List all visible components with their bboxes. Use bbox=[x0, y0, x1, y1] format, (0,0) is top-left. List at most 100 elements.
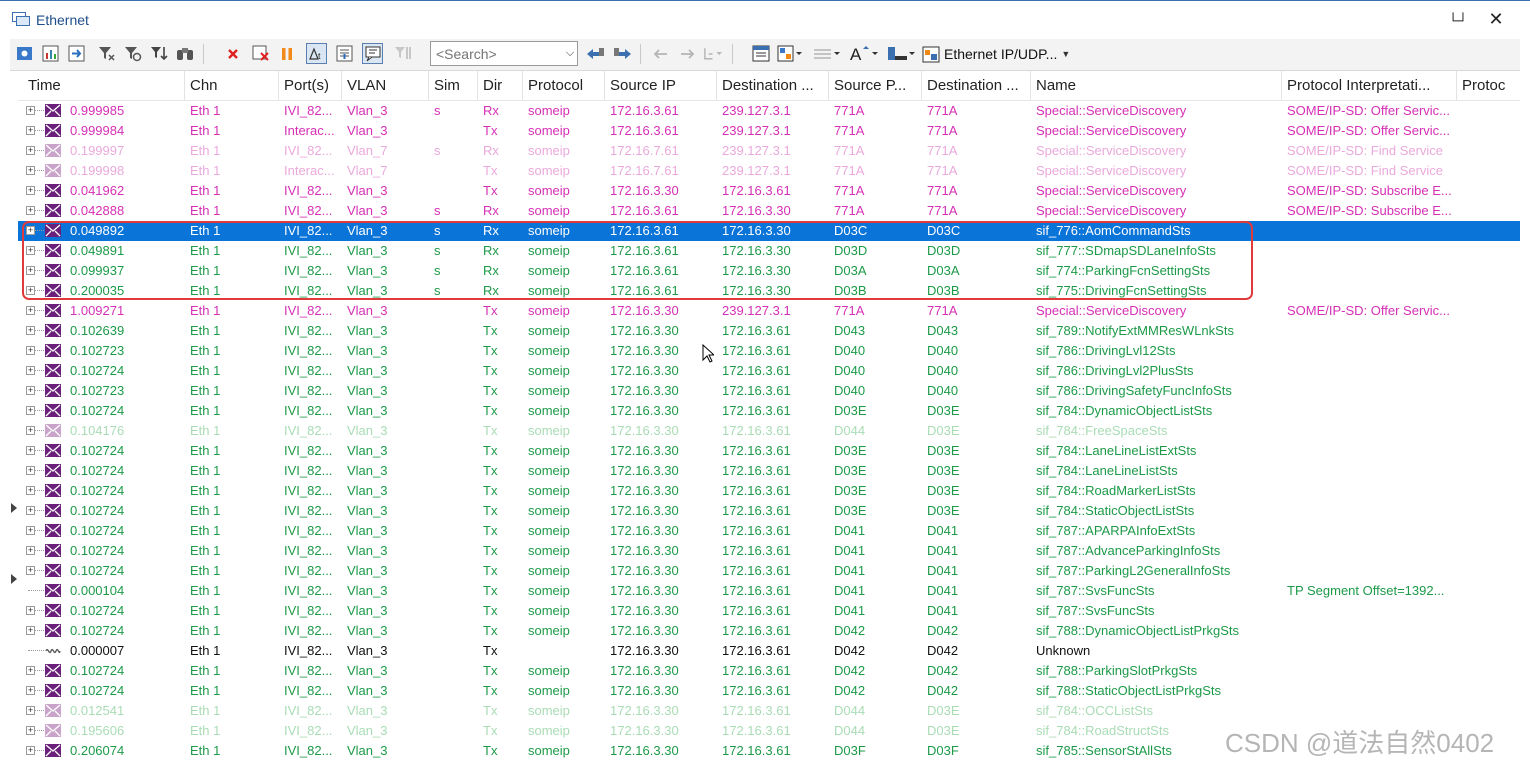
column-header-protocol-interpretation[interactable]: Protocol Interpretati... bbox=[1282, 71, 1457, 100]
statistics-chart-icon[interactable] bbox=[40, 43, 61, 64]
cell-chn: Eth 1 bbox=[190, 743, 221, 758]
table-row[interactable]: +0.102724 Eth 1 IVI_82... Vlan_3 Tx someip 172… bbox=[18, 441, 1520, 461]
search-input[interactable] bbox=[430, 41, 578, 66]
cell-source-ip: 172.16.3.30 bbox=[610, 663, 679, 678]
cell-sim bbox=[429, 361, 478, 381]
table-row[interactable]: +0.102724 Eth 1 IVI_82... Vlan_3 Tx someip 172… bbox=[18, 501, 1520, 521]
cell-time: 0.102724 bbox=[70, 483, 125, 498]
table-row[interactable]: +1.009271 Eth 1 IVI_82... Vlan_3 Tx someip 172… bbox=[18, 301, 1520, 321]
table-row[interactable]: +0.012541 Eth 1 IVI_82... Vlan_3 Tx someip 172… bbox=[18, 701, 1520, 721]
minimize-button[interactable]: └┘ bbox=[1448, 9, 1468, 29]
table-row[interactable]: +0.999985 Eth 1 IVI_82... Vlan_3 s Rx someip 17… bbox=[18, 101, 1520, 121]
column-header-vlan[interactable]: VLAN bbox=[342, 71, 429, 100]
cell-source-port: 771A bbox=[834, 303, 865, 318]
table-row[interactable]: +0.102724 Eth 1 IVI_82... Vlan_3 Tx someip 172… bbox=[18, 681, 1520, 701]
column-header-ports[interactable]: Port(s) bbox=[279, 71, 342, 100]
scroll-to-end-icon[interactable] bbox=[334, 43, 355, 64]
cell-destination-port: D041 bbox=[927, 543, 959, 558]
table-row[interactable]: +0.102724 Eth 1 IVI_82... Vlan_3 Tx someip 172… bbox=[18, 461, 1520, 481]
table-row[interactable]: +0.199997 Eth 1 IVI_82... Vlan_7 s Rx someip 17… bbox=[18, 141, 1520, 161]
column-header-destination-port[interactable]: Destination ... bbox=[922, 71, 1031, 100]
cell-time: 0.042888 bbox=[70, 203, 125, 218]
window-layout-icon[interactable] bbox=[750, 43, 771, 64]
protocol-filter-dropdown[interactable]: Ethernet IP/UDP... ▼ bbox=[922, 43, 1070, 65]
table-row[interactable]: +0.102724 Eth 1 IVI_82... Vlan_3 Tx someip 172… bbox=[18, 621, 1520, 641]
table-row[interactable]: +0.104176 Eth 1 IVI_82... Vlan_3 Tx someip 172… bbox=[18, 421, 1520, 441]
table-row[interactable]: +0.102639 Eth 1 IVI_82... Vlan_3 Tx someip 172… bbox=[18, 321, 1520, 341]
table-row[interactable]: +0.199998 Eth 1 Interac... Vlan_7 Tx someip 17… bbox=[18, 161, 1520, 181]
close-button[interactable]: ✕ bbox=[1486, 9, 1506, 29]
comment-icon[interactable] bbox=[362, 43, 383, 64]
find-binoculars-icon[interactable] bbox=[174, 43, 195, 64]
tree-expand-icon[interactable] bbox=[702, 43, 723, 64]
filter-reset-icon[interactable] bbox=[96, 43, 117, 64]
table-row[interactable]: +0.102724 Eth 1 IVI_82... Vlan_3 Tx someip 172… bbox=[18, 481, 1520, 501]
cell-protocol-interpretation bbox=[1282, 561, 1457, 581]
cell-protocol-interpretation bbox=[1282, 321, 1457, 341]
table-row[interactable]: +0.102724 Eth 1 IVI_82... Vlan_3 Tx someip 172… bbox=[18, 361, 1520, 381]
table-row[interactable]: +0.102724 Eth 1 IVI_82... Vlan_3 Tx someip 172… bbox=[18, 401, 1520, 421]
cell-sim bbox=[429, 721, 478, 741]
cell-dir: Tx bbox=[483, 603, 498, 618]
cell-destination-ip: 172.16.3.61 bbox=[722, 563, 791, 578]
column-header-dir[interactable]: Dir bbox=[478, 71, 523, 100]
font-size-icon[interactable]: A bbox=[848, 43, 880, 64]
navigate-forward-icon[interactable] bbox=[676, 43, 697, 64]
delta-time-icon[interactable]: t bbox=[306, 43, 327, 64]
table-row[interactable]: +0.102724 Eth 1 IVI_82... Vlan_3 Tx someip 172… bbox=[18, 541, 1520, 561]
color-settings-icon[interactable] bbox=[776, 43, 804, 64]
cell-name: Special::ServiceDiscovery bbox=[1036, 103, 1187, 118]
cell-dir: Tx bbox=[483, 163, 498, 178]
table-row[interactable]: +0.102724 Eth 1 IVI_82... Vlan_3 Tx someip 172… bbox=[18, 561, 1520, 581]
column-header-protocol-extra[interactable]: Protoc bbox=[1457, 71, 1520, 100]
delete-icon[interactable] bbox=[222, 43, 243, 64]
table-row[interactable]: 0.000007 Eth 1 IVI_82... Vlan_3 Tx 172.16.3.3… bbox=[18, 641, 1520, 661]
column-header-source-port[interactable]: Source P... bbox=[829, 71, 922, 100]
cell-protocol: someip bbox=[528, 523, 570, 538]
cell-port: IVI_82... bbox=[284, 483, 333, 498]
column-header-protocol[interactable]: Protocol bbox=[523, 71, 605, 100]
cell-source-port: D040 bbox=[834, 343, 866, 358]
cell-source-port: D041 bbox=[834, 543, 866, 558]
column-filter-disabled-icon[interactable] bbox=[392, 43, 413, 64]
table-row[interactable]: +0.102724 Eth 1 IVI_82... Vlan_3 Tx someip 172… bbox=[18, 661, 1520, 681]
table-row[interactable]: +0.102724 Eth 1 IVI_82... Vlan_3 Tx someip 172… bbox=[18, 601, 1520, 621]
table-row[interactable]: +0.102723 Eth 1 IVI_82... Vlan_3 Tx someip 172… bbox=[18, 381, 1520, 401]
search-forward-icon[interactable] bbox=[612, 43, 633, 64]
search-backward-icon[interactable] bbox=[584, 43, 605, 64]
cell-chn: Eth 1 bbox=[190, 343, 221, 358]
filter-clear-icon[interactable] bbox=[122, 43, 143, 64]
column-header-destination-ip[interactable]: Destination ... bbox=[717, 71, 829, 100]
column-header-source-ip[interactable]: Source IP bbox=[605, 71, 717, 100]
table-row[interactable]: +0.102723 Eth 1 IVI_82... Vlan_3 Tx someip 172… bbox=[18, 341, 1520, 361]
table-row[interactable]: +0.102724 Eth 1 IVI_82... Vlan_3 Tx someip 172… bbox=[18, 521, 1520, 541]
clear-window-icon[interactable] bbox=[250, 43, 271, 64]
toolbar: t ⌵ A Ethernet IP/UDP... ▼ bbox=[10, 39, 1520, 71]
column-layout-icon[interactable] bbox=[886, 43, 916, 64]
column-header-name[interactable]: Name bbox=[1031, 71, 1282, 100]
column-header-chn[interactable]: Chn bbox=[185, 71, 279, 100]
pause-icon[interactable] bbox=[276, 43, 297, 64]
cell-source-port: D03E bbox=[834, 463, 867, 478]
cell-protocol-interpretation: SOME/IP-SD: Subscribe E... bbox=[1287, 183, 1452, 198]
cell-protocol-interpretation bbox=[1282, 661, 1457, 681]
export-icon[interactable] bbox=[66, 43, 87, 64]
cell-source-ip: 172.16.3.61 bbox=[610, 203, 679, 218]
table-row[interactable]: +0.041962 Eth 1 IVI_82... Vlan_3 Tx someip 172… bbox=[18, 181, 1520, 201]
table-row[interactable]: +0.999984 Eth 1 Interac... Vlan_3 Tx someip 17… bbox=[18, 121, 1520, 141]
table-row[interactable]: +0.042888 Eth 1 IVI_82... Vlan_3 s Rx someip 17… bbox=[18, 201, 1520, 221]
filter-sort-icon[interactable] bbox=[148, 43, 169, 64]
table-row[interactable]: +0.099937 Eth 1 IVI_82... Vlan_3 s Rx someip 17… bbox=[18, 261, 1520, 281]
table-row[interactable]: +0.200035 Eth 1 IVI_82... Vlan_3 s Rx someip 17… bbox=[18, 281, 1520, 301]
table-row[interactable]: 0.000104 Eth 1 IVI_82... Vlan_3 Tx someip 172.… bbox=[18, 581, 1520, 601]
cell-name: Special::ServiceDiscovery bbox=[1036, 143, 1187, 158]
cell-time: 0.102724 bbox=[70, 663, 125, 678]
cell-port: IVI_82... bbox=[284, 743, 333, 758]
table-row[interactable]: +0.049892 Eth 1 IVI_82... Vlan_3 s Rx someip 17… bbox=[18, 221, 1520, 241]
column-header-sim[interactable]: Sim bbox=[429, 71, 478, 100]
column-header-time[interactable]: Time bbox=[18, 71, 185, 100]
capture-settings-icon[interactable] bbox=[14, 43, 35, 64]
table-row[interactable]: +0.049891 Eth 1 IVI_82... Vlan_3 s Rx someip 17… bbox=[18, 241, 1520, 261]
navigate-back-icon[interactable] bbox=[650, 43, 671, 64]
line-style-icon[interactable] bbox=[812, 43, 842, 64]
